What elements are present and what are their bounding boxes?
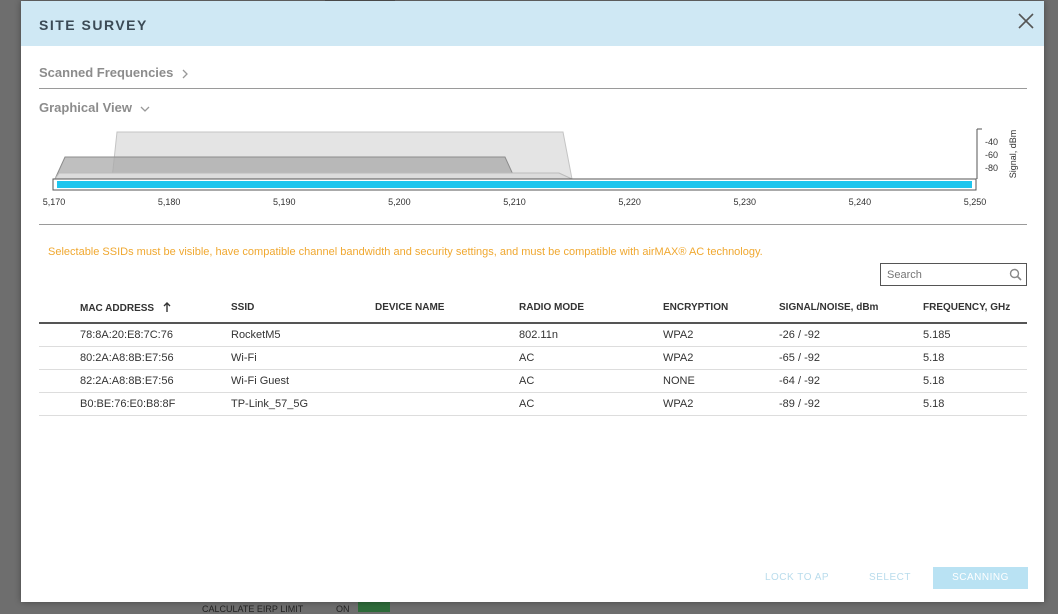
cell-device-name bbox=[375, 346, 519, 370]
cell-signal-noise: -89 / -92 bbox=[779, 392, 923, 416]
graph-divider bbox=[39, 224, 1027, 225]
cell-radio-mode: AC bbox=[519, 346, 663, 370]
cell-ssid: Wi-Fi bbox=[231, 346, 375, 370]
cell-radio-mode: AC bbox=[519, 369, 663, 393]
y-tick-label: -40 bbox=[985, 137, 998, 147]
x-tick-label: 5,210 bbox=[503, 197, 526, 207]
lock-to-ap-button[interactable]: LOCK TO AP bbox=[755, 567, 839, 589]
scanning-button[interactable]: SCANNING bbox=[933, 567, 1028, 589]
column-header-signal-noise[interactable]: SIGNAL/NOISE, dBm bbox=[779, 293, 923, 324]
table-row[interactable]: 80:2A:A8:8B:E7:56 Wi-Fi AC WPA2 -65 / -9… bbox=[39, 346, 1027, 370]
cell-ssid: Wi-Fi Guest bbox=[231, 369, 375, 393]
search-box[interactable] bbox=[880, 263, 1027, 286]
frequency-graph-svg: 5,170 5,180 5,190 5,200 5,210 5,220 5,230 5,240… bbox=[43, 128, 1018, 207]
frequency-graph: 5,170 5,180 5,190 5,200 5,210 5,220 5,230 5,240… bbox=[39, 127, 1039, 217]
x-tick-label: 5,230 bbox=[733, 197, 756, 207]
graphical-view-toggle[interactable]: Graphical View bbox=[39, 100, 150, 115]
cell-encryption: NONE bbox=[663, 369, 779, 393]
channel-shape-low bbox=[54, 172, 573, 180]
close-icon bbox=[1018, 13, 1034, 29]
survey-results-table: MAC ADDRESS SSID DEVICE NAME RADIO MODE … bbox=[39, 293, 1027, 416]
select-button[interactable]: SELECT bbox=[863, 567, 917, 589]
compatibility-notice: Selectable SSIDs must be visible, have c… bbox=[48, 246, 763, 258]
x-tick-label: 5,200 bbox=[388, 197, 411, 207]
column-header-mac-label: MAC ADDRESS bbox=[80, 302, 155, 314]
column-header-radio-mode[interactable]: RADIO MODE bbox=[519, 293, 663, 324]
chevron-down-icon bbox=[140, 106, 150, 112]
y-axis-ticks: -40 -60 -80 bbox=[985, 137, 998, 173]
table-header-row: MAC ADDRESS SSID DEVICE NAME RADIO MODE … bbox=[39, 293, 1027, 324]
cell-mac: 78:8A:20:E8:7C:76 bbox=[39, 323, 231, 347]
cell-encryption: WPA2 bbox=[663, 392, 779, 416]
section-divider bbox=[39, 88, 1027, 89]
cell-frequency: 5.18 bbox=[923, 369, 1027, 393]
y-axis-label: Signal, dBm bbox=[1008, 130, 1018, 179]
table-row[interactable]: B0:BE:76:E0:B8:8F TP-Link_57_5G AC WPA2 … bbox=[39, 392, 1027, 416]
cell-encryption: WPA2 bbox=[663, 323, 779, 347]
scanned-frequencies-toggle[interactable]: Scanned Frequencies bbox=[39, 65, 189, 80]
column-header-frequency[interactable]: FREQUENCY, GHz bbox=[923, 293, 1027, 324]
search-input[interactable] bbox=[887, 267, 1002, 282]
search-icon[interactable] bbox=[1009, 268, 1022, 281]
x-axis-ticks: 5,170 5,180 5,190 5,200 5,210 5,220 5,230 5,240… bbox=[43, 197, 987, 207]
y-tick-label: -80 bbox=[985, 163, 998, 173]
cell-mac: B0:BE:76:E0:B8:8F bbox=[39, 392, 231, 416]
cell-radio-mode: 802.11n bbox=[519, 323, 663, 347]
column-header-ssid[interactable]: SSID bbox=[231, 293, 375, 324]
modal-title: SITE SURVEY bbox=[39, 17, 148, 33]
cell-radio-mode: AC bbox=[519, 392, 663, 416]
column-header-device-name[interactable]: DEVICE NAME bbox=[375, 293, 519, 324]
table-row[interactable]: 82:2A:A8:8B:E7:56 Wi-Fi Guest AC NONE -6… bbox=[39, 369, 1027, 393]
column-header-encryption[interactable]: ENCRYPTION bbox=[663, 293, 779, 324]
cell-frequency: 5.185 bbox=[923, 323, 1027, 347]
close-button[interactable] bbox=[1016, 11, 1036, 31]
scanned-frequencies-label: Scanned Frequencies bbox=[39, 65, 174, 80]
site-survey-modal: SITE SURVEY Scanned Frequencies Graphica… bbox=[21, 1, 1044, 602]
cell-signal-noise: -65 / -92 bbox=[779, 346, 923, 370]
cell-mac: 80:2A:A8:8B:E7:56 bbox=[39, 346, 231, 370]
modal-header: SITE SURVEY bbox=[21, 1, 1044, 46]
backdrop-setting-value: ON bbox=[336, 604, 350, 614]
x-tick-label: 5,180 bbox=[158, 197, 181, 207]
cell-device-name bbox=[375, 369, 519, 393]
x-tick-label: 5,250 bbox=[964, 197, 987, 207]
sort-ascending-icon bbox=[163, 301, 171, 312]
cell-frequency: 5.18 bbox=[923, 346, 1027, 370]
cell-mac: 82:2A:A8:8B:E7:56 bbox=[39, 369, 231, 393]
x-tick-label: 5,220 bbox=[618, 197, 641, 207]
column-header-mac[interactable]: MAC ADDRESS bbox=[39, 293, 231, 324]
cell-device-name bbox=[375, 323, 519, 347]
cell-ssid: TP-Link_57_5G bbox=[231, 392, 375, 416]
cell-ssid: RocketM5 bbox=[231, 323, 375, 347]
cell-encryption: WPA2 bbox=[663, 346, 779, 370]
x-tick-label: 5,240 bbox=[849, 197, 872, 207]
chevron-right-icon bbox=[182, 69, 188, 79]
cell-signal-noise: -26 / -92 bbox=[779, 323, 923, 347]
cell-device-name bbox=[375, 392, 519, 416]
table-row[interactable]: 78:8A:20:E8:7C:76 RocketM5 802.11n WPA2 … bbox=[39, 323, 1027, 347]
graphical-view-label: Graphical View bbox=[39, 100, 132, 115]
scan-bar bbox=[57, 181, 972, 188]
cell-frequency: 5.18 bbox=[923, 392, 1027, 416]
x-tick-label: 5,190 bbox=[273, 197, 296, 207]
backdrop-setting-label: CALCULATE EIRP LIMIT bbox=[202, 604, 304, 614]
x-tick-label: 5,170 bbox=[43, 197, 66, 207]
y-tick-label: -60 bbox=[985, 150, 998, 160]
cell-signal-noise: -64 / -92 bbox=[779, 369, 923, 393]
